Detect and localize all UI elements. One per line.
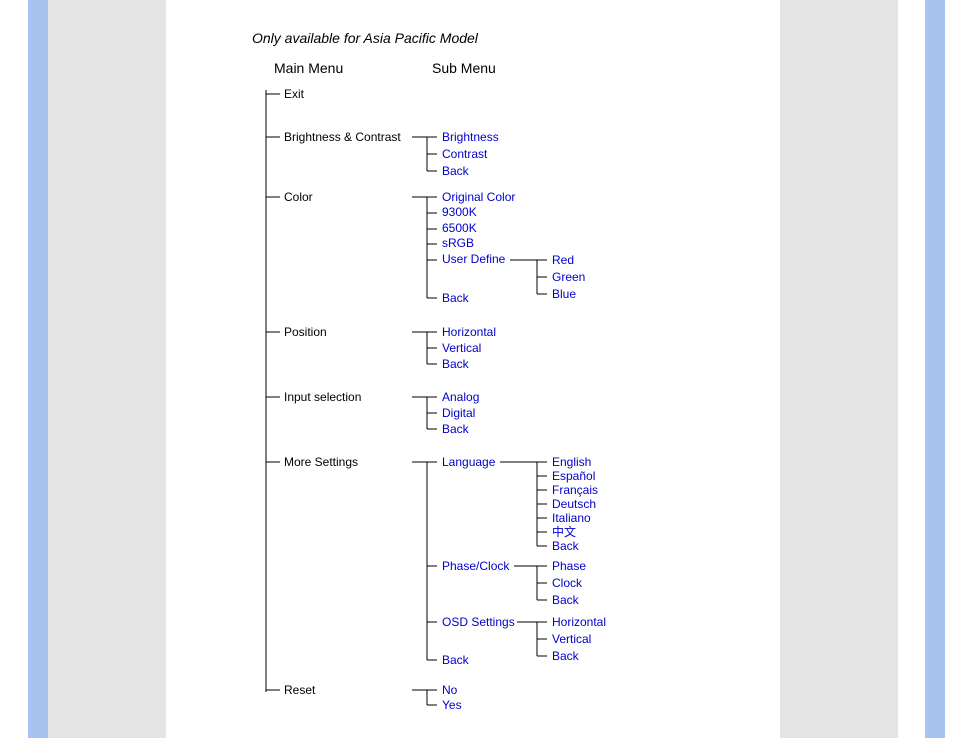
menu-item-input-selection: Input selection bbox=[284, 390, 361, 404]
sub-item-color-back: Back bbox=[442, 291, 470, 305]
menu-item-color: Color bbox=[284, 190, 313, 204]
sub-item-9300k: 9300K bbox=[442, 205, 477, 219]
sub-item-original-color: Original Color bbox=[442, 190, 515, 204]
sub-item-italiano: Italiano bbox=[552, 511, 591, 525]
menu-tree-diagram: Exit Brightness & Contrast Color Positio… bbox=[252, 82, 772, 732]
decorative-gray-panel-left bbox=[48, 0, 166, 738]
sub-item-green: Green bbox=[552, 270, 585, 284]
menu-item-brightness-contrast: Brightness & Contrast bbox=[284, 130, 401, 144]
menu-item-reset: Reset bbox=[284, 683, 316, 697]
sub-item-red: Red bbox=[552, 253, 574, 267]
sub-item-espanol: Español bbox=[552, 469, 595, 483]
availability-note: Only available for Asia Pacific Model bbox=[252, 30, 772, 46]
menu-item-more-settings: More Settings bbox=[284, 455, 358, 469]
sub-item-input-back: Back bbox=[442, 422, 470, 436]
sub-item-phase-clock: Phase/Clock bbox=[442, 559, 510, 573]
sub-item-francais: Français bbox=[552, 483, 598, 497]
menu-item-position: Position bbox=[284, 325, 327, 339]
sub-item-clock: Clock bbox=[552, 576, 583, 590]
sub-item-osd-back: Back bbox=[552, 649, 580, 663]
decorative-gray-panel-right bbox=[780, 0, 898, 738]
sub-item-blue: Blue bbox=[552, 287, 576, 301]
menu-tree-document: Only available for Asia Pacific Model Ma… bbox=[252, 30, 772, 732]
sub-item-phase: Phase bbox=[552, 559, 586, 573]
sub-item-digital: Digital bbox=[442, 406, 475, 420]
sub-item-user-define: User Define bbox=[442, 252, 506, 266]
sub-item-6500k: 6500K bbox=[442, 221, 477, 235]
menu-item-exit: Exit bbox=[284, 87, 305, 101]
sub-item-vertical: Vertical bbox=[442, 341, 481, 355]
sub-item-back: Back bbox=[442, 164, 470, 178]
sub-menu-header: Sub Menu bbox=[432, 60, 496, 76]
sub-item-horizontal: Horizontal bbox=[442, 325, 496, 339]
sub-item-osd-horizontal: Horizontal bbox=[552, 615, 606, 629]
sub-item-no: No bbox=[442, 683, 458, 697]
decorative-blue-bar-right bbox=[925, 0, 945, 738]
sub-item-english: English bbox=[552, 455, 591, 469]
sub-item-lang-back: Back bbox=[552, 539, 580, 553]
decorative-blue-bar-left bbox=[28, 0, 48, 738]
sub-item-contrast: Contrast bbox=[442, 147, 488, 161]
sub-item-position-back: Back bbox=[442, 357, 470, 371]
sub-item-osd-vertical: Vertical bbox=[552, 632, 591, 646]
sub-item-analog: Analog bbox=[442, 390, 479, 404]
sub-item-yes: Yes bbox=[442, 698, 462, 712]
sub-item-brightness: Brightness bbox=[442, 130, 499, 144]
sub-item-language: Language bbox=[442, 455, 496, 469]
sub-item-more-back: Back bbox=[442, 653, 470, 667]
main-menu-header: Main Menu bbox=[274, 60, 343, 76]
sub-item-pc-back: Back bbox=[552, 593, 580, 607]
sub-item-chinese: 中文 bbox=[552, 524, 576, 539]
sub-item-osd-settings: OSD Settings bbox=[442, 615, 515, 629]
sub-item-deutsch: Deutsch bbox=[552, 497, 596, 511]
sub-item-srgb: sRGB bbox=[442, 236, 474, 250]
